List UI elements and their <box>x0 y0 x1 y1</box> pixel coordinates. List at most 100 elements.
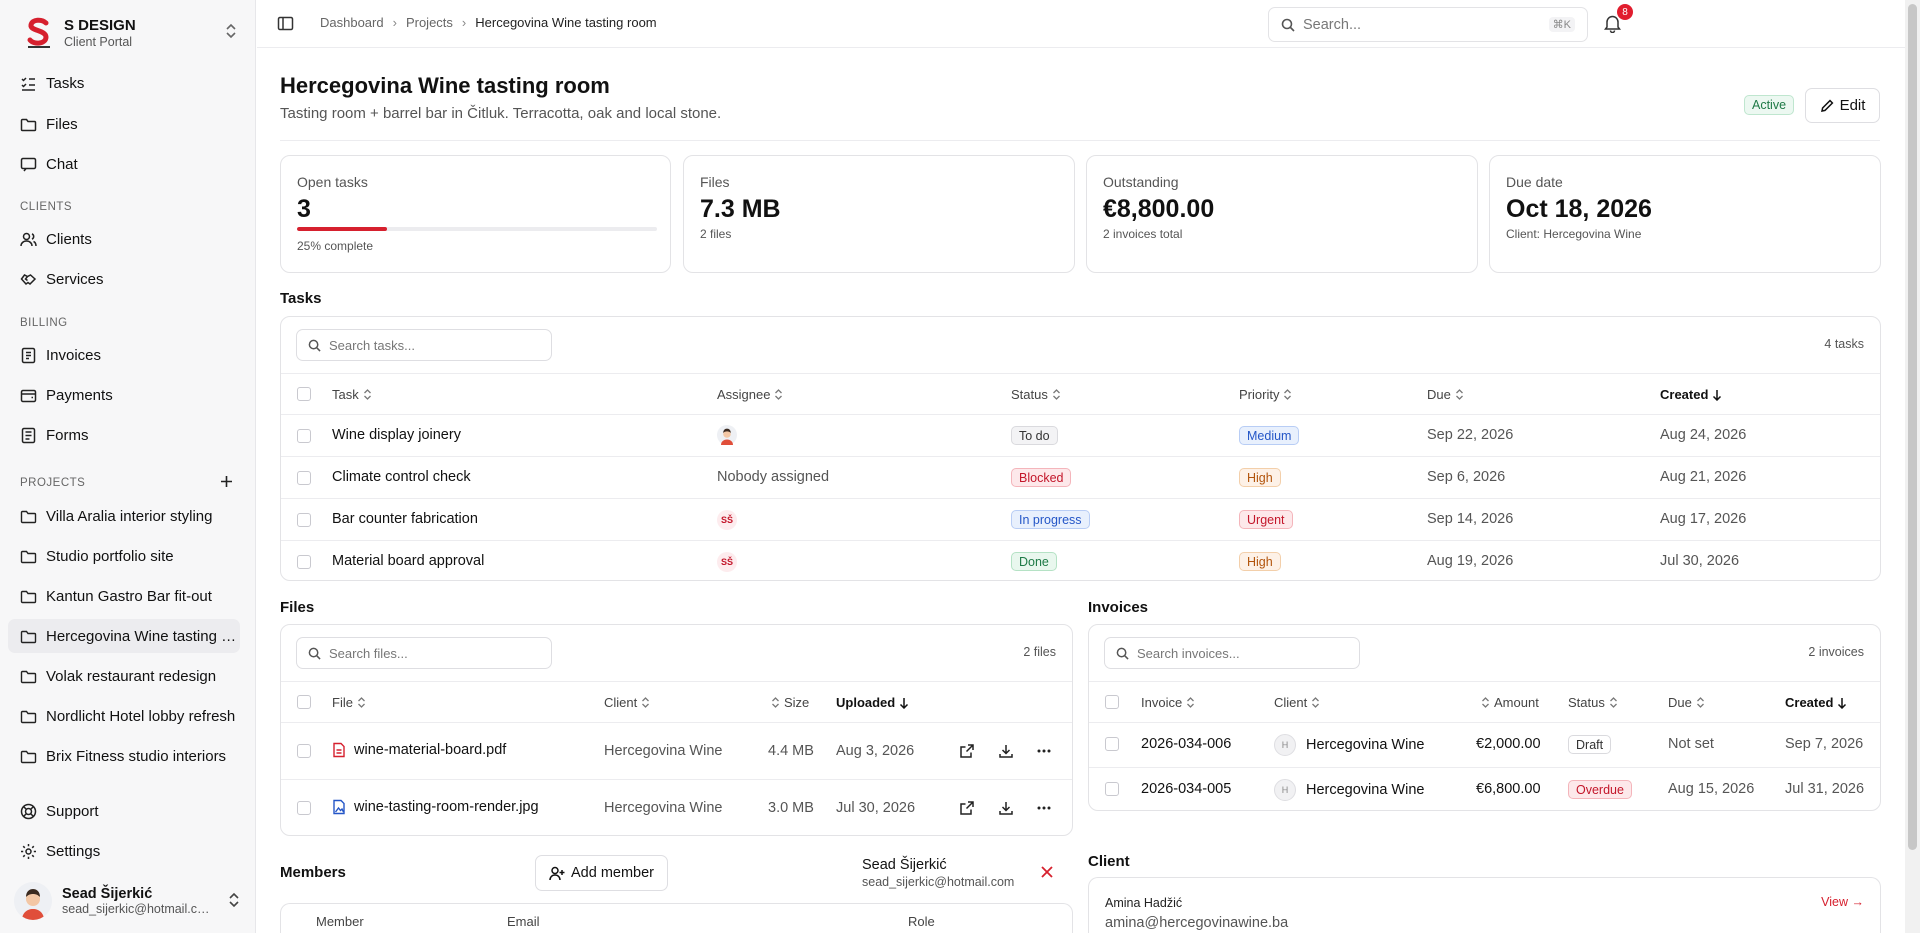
task-name[interactable]: Bar counter fabrication <box>332 511 478 527</box>
select-all-checkbox[interactable] <box>297 695 311 709</box>
breadcrumb-current: Hercegovina Wine tasting room <box>475 15 657 30</box>
col-amount-label: Amount <box>1494 695 1539 710</box>
row-checkbox[interactable] <box>1105 782 1119 796</box>
view-client-link[interactable]: View → <box>1821 895 1864 909</box>
row-checkbox[interactable] <box>297 471 311 485</box>
nav-support[interactable]: Support <box>8 794 240 828</box>
col-file[interactable]: File <box>332 695 366 710</box>
tasks-count: 4 tasks <box>1824 337 1864 351</box>
select-all-checkbox[interactable] <box>1105 695 1119 709</box>
files-table-header: File Client Size Uploaded <box>281 681 1072 723</box>
status-cell: Blocked <box>1011 468 1072 487</box>
close-icon[interactable] <box>1040 865 1054 879</box>
nav-files[interactable]: Files <box>8 107 240 141</box>
task-name[interactable]: Material board approval <box>332 553 484 569</box>
col-amount[interactable]: Amount <box>1481 695 1539 710</box>
project-item[interactable]: Volak restaurant redesign <box>8 659 240 693</box>
download-icon[interactable] <box>998 800 1014 816</box>
status-badge: Done <box>1011 552 1057 571</box>
stat-label: Outstanding <box>1103 174 1179 190</box>
col-status[interactable]: Status <box>1011 387 1061 402</box>
more-horizontal-icon[interactable] <box>1036 800 1052 816</box>
col-created[interactable]: Created <box>1785 695 1847 710</box>
workspace-switcher[interactable]: S DESIGN Client Portal <box>20 14 238 52</box>
external-link-icon[interactable] <box>959 800 975 816</box>
invoice-created: Jul 31, 2026 <box>1785 781 1865 797</box>
table-row[interactable]: Material board approval SŠ Done High Aug… <box>281 541 1880 580</box>
tasks-search-input[interactable]: Search tasks... <box>296 329 552 361</box>
nav-chat[interactable]: Chat <box>8 147 240 181</box>
nav-services[interactable]: Services <box>8 262 240 296</box>
project-item[interactable]: Studio portfolio site <box>8 539 240 573</box>
task-name[interactable]: Wine display joinery <box>332 427 461 443</box>
topbar: Dashboard › Projects › Hercegovina Wine … <box>257 0 1905 48</box>
col-due[interactable]: Due <box>1427 387 1464 402</box>
invoices-count: 2 invoices <box>1808 645 1864 659</box>
col-task[interactable]: Task <box>332 387 372 402</box>
col-status[interactable]: Status <box>1568 695 1618 710</box>
global-search[interactable]: Search... ⌘K <box>1268 7 1588 42</box>
download-icon[interactable] <box>998 743 1014 759</box>
client-avatar: H <box>1274 734 1296 756</box>
user-plus-icon <box>549 866 565 880</box>
table-row[interactable]: 2026-034-006 H Hercegovina Wine €2,000.0… <box>1089 723 1880 768</box>
col-client[interactable]: Client <box>604 695 650 710</box>
nav-payments[interactable]: Payments <box>8 378 240 412</box>
table-row[interactable]: wine-tasting-room-render.jpg Hercegovina… <box>281 780 1072 835</box>
more-horizontal-icon[interactable] <box>1036 743 1052 759</box>
col-assignee[interactable]: Assignee <box>717 387 783 402</box>
col-invoice[interactable]: Invoice <box>1141 695 1195 710</box>
breadcrumb-dashboard[interactable]: Dashboard <box>320 15 384 30</box>
table-row[interactable]: 2026-034-005 H Hercegovina Wine €6,800.0… <box>1089 768 1880 810</box>
row-checkbox[interactable] <box>1105 737 1119 751</box>
files-title: Files <box>280 599 315 616</box>
invoice-number[interactable]: 2026-034-005 <box>1141 781 1231 797</box>
project-item[interactable]: Kantun Gastro Bar fit-out <box>8 579 240 613</box>
file-name-cell[interactable]: wine-material-board.pdf <box>332 742 506 758</box>
row-checkbox[interactable] <box>297 429 311 443</box>
nav-tasks[interactable]: Tasks <box>8 66 240 100</box>
row-checkbox[interactable] <box>297 555 311 569</box>
nav-clients[interactable]: Clients <box>8 222 240 256</box>
project-item[interactable]: Brix Fitness studio interiors <box>8 739 240 773</box>
col-client[interactable]: Client <box>1274 695 1320 710</box>
task-name[interactable]: Climate control check <box>332 469 471 485</box>
user-email: sead_sijerkic@hotmail.com <box>62 902 212 916</box>
invoices-search-input[interactable]: Search invoices... <box>1104 637 1360 669</box>
table-row[interactable]: Bar counter fabrication SŠ In progress U… <box>281 499 1880 541</box>
files-search-input[interactable]: Search files... <box>296 637 552 669</box>
edit-button[interactable]: Edit <box>1805 88 1880 123</box>
project-item[interactable]: Villa Aralia interior styling <box>8 499 240 533</box>
col-priority[interactable]: Priority <box>1239 387 1292 402</box>
select-all-checkbox[interactable] <box>297 387 311 401</box>
project-item-active[interactable]: Hercegovina Wine tasting room <box>8 619 240 653</box>
invoice-number[interactable]: 2026-034-006 <box>1141 736 1231 752</box>
user-name: Sead Šijerkić <box>62 886 153 902</box>
external-link-icon[interactable] <box>959 743 975 759</box>
col-size[interactable]: Size <box>771 695 809 710</box>
arrow-down-icon <box>1713 389 1722 401</box>
add-member-button[interactable]: Add member <box>535 855 668 891</box>
col-due[interactable]: Due <box>1668 695 1705 710</box>
project-item[interactable]: Nordlicht Hotel lobby refresh <box>8 699 240 733</box>
breadcrumb-projects[interactable]: Projects <box>406 15 453 30</box>
col-uploaded[interactable]: Uploaded <box>836 695 909 710</box>
nav-invoices[interactable]: Invoices <box>8 338 240 372</box>
folder-icon <box>20 710 37 723</box>
user-menu[interactable]: Sead Šijerkić sead_sijerkic@hotmail.com <box>14 878 244 924</box>
status-badge: Overdue <box>1568 780 1632 799</box>
table-row[interactable]: Wine display joinery To do Medium Sep 22… <box>281 415 1880 457</box>
table-row[interactable]: wine-material-board.pdf Hercegovina Wine… <box>281 723 1072 780</box>
nav-settings[interactable]: Settings <box>8 834 240 868</box>
add-project-icon[interactable] <box>220 475 233 488</box>
table-row[interactable]: Climate control check Nobody assigned Bl… <box>281 457 1880 499</box>
row-checkbox[interactable] <box>297 744 311 758</box>
row-checkbox[interactable] <box>297 513 311 527</box>
file-name: wine-tasting-room-render.jpg <box>354 799 539 815</box>
col-created[interactable]: Created <box>1660 387 1722 402</box>
file-name-cell[interactable]: wine-tasting-room-render.jpg <box>332 799 539 815</box>
row-checkbox[interactable] <box>297 801 311 815</box>
nav-forms[interactable]: Forms <box>8 418 240 452</box>
scrollbar-thumb[interactable] <box>1908 4 1917 850</box>
sidebar-toggle-icon[interactable] <box>277 15 294 32</box>
